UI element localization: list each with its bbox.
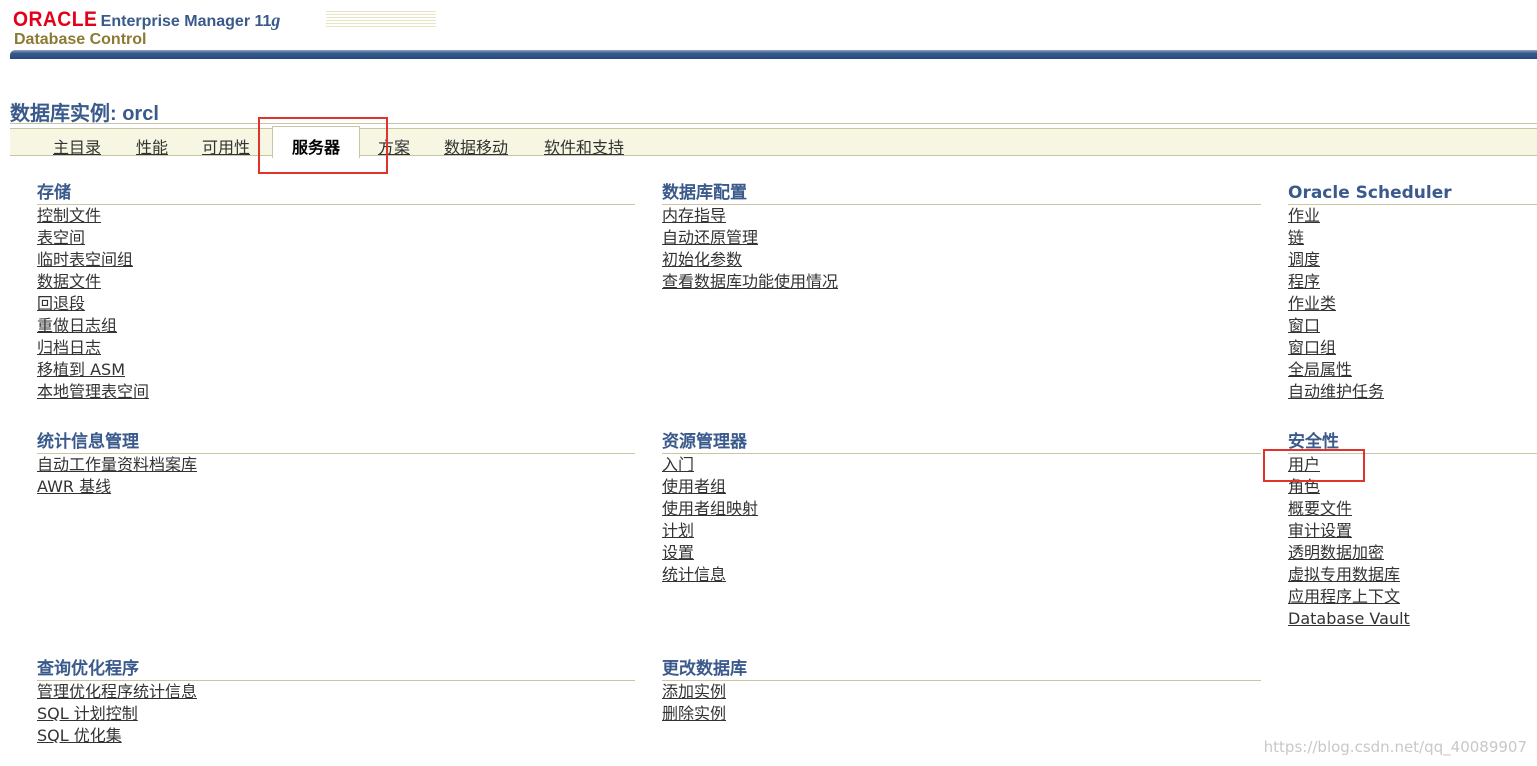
link-scheduler-5[interactable]: 窗口 [1288,315,1537,337]
link-storage-1[interactable]: 表空间 [37,227,635,249]
link-stats-1[interactable]: AWR 基线 [37,476,635,498]
link-storage-2[interactable]: 临时表空间组 [37,249,635,271]
section-statistics: 统计信息管理 自动工作量资料档案库 AWR 基线 [37,432,635,498]
product-name-text: Enterprise Manager 11 [100,13,272,30]
link-storage-3[interactable]: 数据文件 [37,271,635,293]
tab-data-movement[interactable]: 数据移动 [444,134,508,158]
link-resource-5[interactable]: 统计信息 [662,564,1261,586]
link-db-config-0[interactable]: 内存指导 [662,205,1261,227]
section-title: 查询优化程序 [37,659,635,681]
link-list: 管理优化程序统计信息 SQL 计划控制 SQL 优化集 [37,681,635,747]
link-scheduler-2[interactable]: 调度 [1288,249,1537,271]
divider [10,123,1537,124]
link-security-2[interactable]: 概要文件 [1288,498,1537,520]
link-resource-3[interactable]: 计划 [662,520,1261,542]
product-subtitle: Database Control [14,31,147,48]
link-resource-4[interactable]: 设置 [662,542,1261,564]
link-list: 自动工作量资料档案库 AWR 基线 [37,454,635,498]
section-security: 安全性 用户 角色 概要文件 审计设置 透明数据加密 虚拟专用数据库 应用程序上下文 Data… [1288,432,1537,630]
link-change-db-1[interactable]: 删除实例 [662,703,1261,725]
tab-schema[interactable]: 方案 [378,134,410,158]
link-security-5[interactable]: 虚拟专用数据库 [1288,564,1537,586]
link-security-0[interactable]: 用户 [1288,454,1537,476]
link-db-config-2[interactable]: 初始化参数 [662,249,1261,271]
link-resource-2[interactable]: 使用者组映射 [662,498,1261,520]
link-scheduler-7[interactable]: 全局属性 [1288,359,1537,381]
link-storage-0[interactable]: 控制文件 [37,205,635,227]
link-storage-5[interactable]: 重做日志组 [37,315,635,337]
version-suffix: g [271,10,281,30]
header-bar [10,50,1537,59]
tab-performance[interactable]: 性能 [136,134,168,158]
link-resource-1[interactable]: 使用者组 [662,476,1261,498]
link-list: 入门 使用者组 使用者组映射 计划 设置 统计信息 [662,454,1261,586]
brand-line: ORACLE Enterprise Manager 11g [13,8,281,31]
link-db-config-1[interactable]: 自动还原管理 [662,227,1261,249]
link-optimizer-0[interactable]: 管理优化程序统计信息 [37,681,635,703]
link-list: 控制文件 表空间 临时表空间组 数据文件 回退段 重做日志组 归档日志 移植到 ASM 本地管理… [37,205,635,403]
link-optimizer-1[interactable]: SQL 计划控制 [37,703,635,725]
link-security-1[interactable]: 角色 [1288,476,1537,498]
section-title: 安全性 [1288,432,1537,454]
link-storage-4[interactable]: 回退段 [37,293,635,315]
section-title: 数据库配置 [662,183,1261,205]
section-scheduler: Oracle Scheduler 作业链调度 程序 作业类 窗口 窗口组 全局属性 自动维护… [1288,183,1537,403]
section-optimizer: 查询优化程序 管理优化程序统计信息 SQL 计划控制 SQL 优化集 [37,659,635,747]
section-title: 更改数据库 [662,659,1261,681]
link-storage-6[interactable]: 归档日志 [37,337,635,359]
section-title: 资源管理器 [662,432,1261,454]
section-title: Oracle Scheduler [1288,183,1537,205]
link-storage-7[interactable]: 移植到 ASM [37,359,635,381]
link-storage-8[interactable]: 本地管理表空间 [37,381,635,403]
tab-availability[interactable]: 可用性 [202,134,250,158]
section-storage: 存储 控制文件 表空间 临时表空间组 数据文件 回退段 重做日志组 归档日志 移植到 ASM 本… [37,183,635,403]
page-title: 数据库实例: orcl [10,103,159,125]
section-resource-manager: 资源管理器 入门 使用者组 使用者组映射 计划 设置 统计信息 [662,432,1261,586]
oracle-logo: ORACLE [13,8,98,31]
brand-decoration [326,11,436,27]
link-security-3[interactable]: 审计设置 [1288,520,1537,542]
link-list: 作业链调度 程序 作业类 窗口 窗口组 全局属性 自动维护任务 [1288,205,1537,403]
section-title: 存储 [37,183,635,205]
link-security-6[interactable]: 应用程序上下文 [1288,586,1537,608]
link-security-7[interactable]: Database Vault [1288,608,1537,630]
link-optimizer-2[interactable]: SQL 优化集 [37,725,635,747]
tab-home[interactable]: 主目录 [53,134,101,158]
link-list: 用户 角色 概要文件 审计设置 透明数据加密 虚拟专用数据库 应用程序上下文 Database… [1288,454,1537,630]
watermark: https://blog.csdn.net/qq_40089907 [1263,738,1527,756]
brand-header: ORACLE Enterprise Manager 11g Database C… [13,8,436,49]
section-change-database: 更改数据库 添加实例 删除实例 [662,659,1261,725]
link-scheduler-1[interactable]: 链 [1288,227,1537,249]
link-list: 添加实例 删除实例 [662,681,1261,725]
link-db-config-3[interactable]: 查看数据库功能使用情况 [662,271,1261,293]
link-change-db-0[interactable]: 添加实例 [662,681,1261,703]
section-db-config: 数据库配置 内存指导 自动还原管理 初始化参数 查看数据库功能使用情况 [662,183,1261,293]
link-scheduler-0[interactable]: 作业 [1288,205,1537,227]
link-list: 内存指导 自动还原管理 初始化参数 查看数据库功能使用情况 [662,205,1261,293]
link-scheduler-4[interactable]: 作业类 [1288,293,1537,315]
link-stats-0[interactable]: 自动工作量资料档案库 [37,454,635,476]
link-security-4[interactable]: 透明数据加密 [1288,542,1537,564]
tab-server[interactable]: 服务器 [272,126,360,158]
product-name: Enterprise Manager 11g [101,10,281,31]
section-title: 统计信息管理 [37,432,635,454]
tab-software-support[interactable]: 软件和支持 [544,134,624,158]
link-scheduler-6[interactable]: 窗口组 [1288,337,1537,359]
link-resource-0[interactable]: 入门 [662,454,1261,476]
link-scheduler-3[interactable]: 程序 [1288,271,1537,293]
link-scheduler-8[interactable]: 自动维护任务 [1288,381,1537,403]
